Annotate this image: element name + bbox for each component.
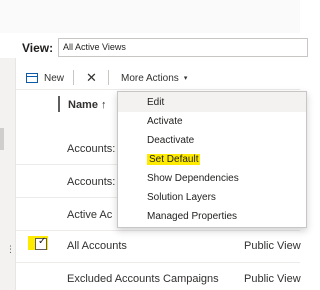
menu-item-edit[interactable]: Edit [147,97,164,108]
row-divider [16,262,300,263]
more-actions-button[interactable]: More Actions ▾ [121,71,187,85]
view-label: View: [22,41,54,55]
row-select-checkbox[interactable]: ✓ [35,236,47,250]
column-resize-handle[interactable] [58,96,60,112]
chevron-down-icon: ▾ [183,74,188,82]
menu-item-deactivate[interactable]: Deactivate [147,135,194,146]
menu-item-solution-layers[interactable]: Solution Layers [147,192,216,203]
menu-item-managed-properties[interactable]: Managed Properties [147,211,237,222]
menu-item-show-dependencies[interactable]: Show Dependencies [147,173,239,184]
row-name[interactable]: Active Ac [67,209,112,221]
new-button[interactable]: New [26,71,64,85]
row-name[interactable]: All Accounts [67,240,127,252]
new-record-icon [26,73,38,83]
left-rail: ⋮ [0,58,16,290]
check-icon: ✓ [38,236,47,247]
more-actions-label: More Actions [121,72,179,84]
view-selector[interactable]: All Active Views [58,38,308,57]
more-vertical-icon[interactable]: ⋮ [6,246,15,255]
name-column-header[interactable]: Name ↑ [68,99,107,111]
more-actions-menu: Edit Activate Deactivate Set Default Sho… [117,91,307,228]
top-band [0,0,300,33]
command-separator [108,70,109,85]
row-view-type: Public View [244,273,301,285]
row-name[interactable]: Accounts: [67,176,115,188]
menu-item-activate[interactable]: Activate [147,116,183,127]
delete-icon: ✕ [86,70,97,86]
menu-item-set-default[interactable]: Set Default [147,154,201,165]
command-separator [73,70,74,85]
delete-button[interactable]: ✕ [86,70,97,86]
set-default-label: Set Default [147,154,201,165]
row-name[interactable]: Accounts: [67,143,115,155]
row-divider [16,230,300,231]
row-view-type: Public View [244,240,301,252]
rail-tab[interactable] [0,128,4,150]
row-name[interactable]: Excluded Accounts Campaigns [67,273,219,285]
new-button-label: New [44,72,65,84]
